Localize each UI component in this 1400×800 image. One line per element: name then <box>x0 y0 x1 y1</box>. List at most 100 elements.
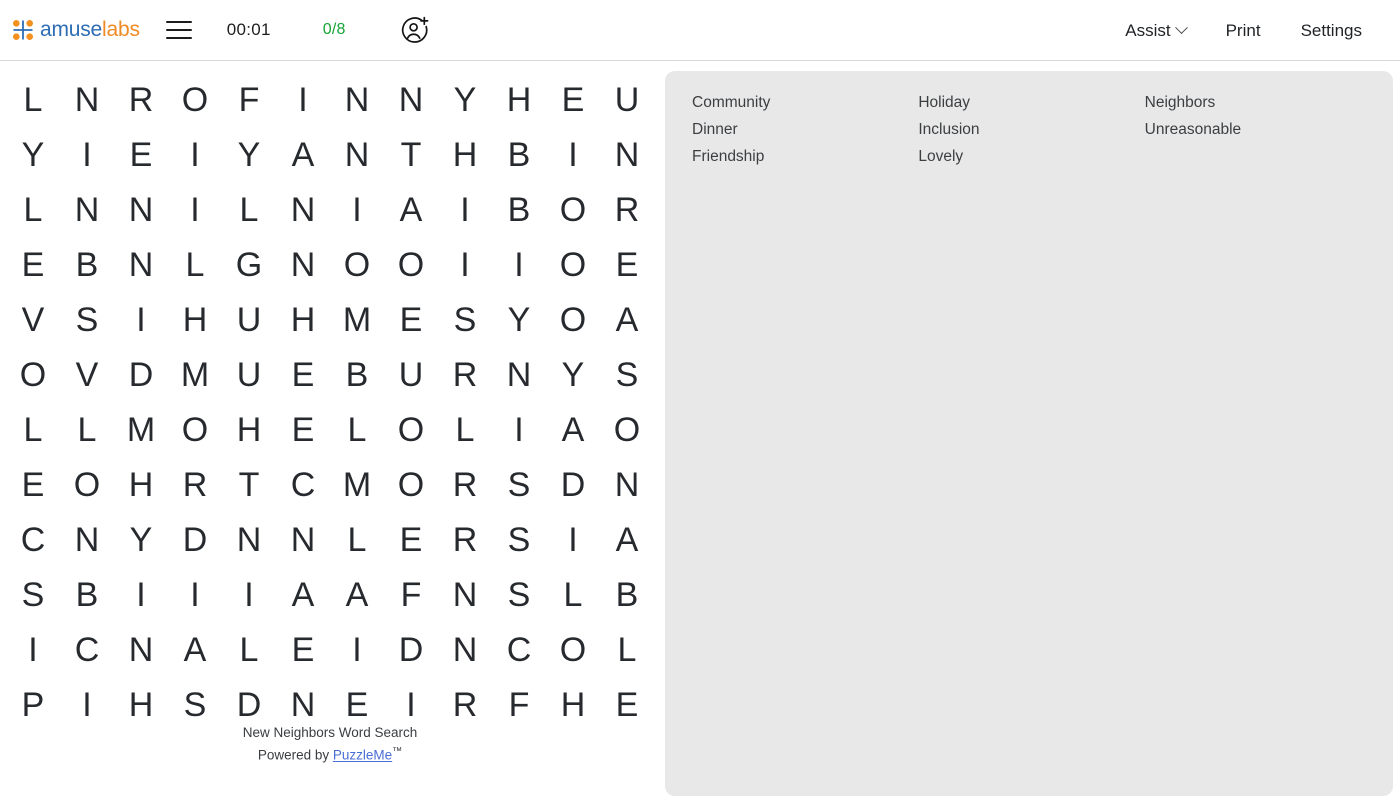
grid-cell[interactable]: S <box>492 513 546 568</box>
grid-cell[interactable]: S <box>492 568 546 623</box>
grid-cell[interactable]: A <box>276 568 330 623</box>
grid-cell[interactable]: A <box>600 513 654 568</box>
grid-cell[interactable]: O <box>330 238 384 293</box>
grid-cell[interactable]: O <box>384 458 438 513</box>
grid-cell[interactable]: I <box>60 128 114 183</box>
grid-cell[interactable]: I <box>438 238 492 293</box>
grid-cell[interactable]: N <box>438 623 492 678</box>
grid-cell[interactable]: L <box>546 568 600 623</box>
grid-cell[interactable]: U <box>600 73 654 128</box>
grid-cell[interactable]: N <box>114 238 168 293</box>
grid-cell[interactable]: N <box>492 348 546 403</box>
grid-cell[interactable]: D <box>384 623 438 678</box>
grid-cell[interactable]: S <box>438 293 492 348</box>
grid-cell[interactable]: R <box>168 458 222 513</box>
grid-cell[interactable]: A <box>384 183 438 238</box>
grid-cell[interactable]: M <box>114 403 168 458</box>
puzzleme-link[interactable]: PuzzleMe <box>333 748 392 763</box>
grid-cell[interactable]: F <box>222 73 276 128</box>
grid-cell[interactable]: L <box>6 73 60 128</box>
grid-cell[interactable]: N <box>276 513 330 568</box>
grid-cell[interactable]: L <box>168 238 222 293</box>
grid-cell[interactable]: S <box>492 458 546 513</box>
grid-cell[interactable]: C <box>492 623 546 678</box>
word-list-item[interactable]: Inclusion <box>918 116 979 143</box>
grid-cell[interactable]: N <box>60 513 114 568</box>
grid-cell[interactable]: R <box>114 73 168 128</box>
grid-cell[interactable]: T <box>222 458 276 513</box>
grid-cell[interactable]: N <box>330 73 384 128</box>
grid-cell[interactable]: L <box>438 403 492 458</box>
grid-cell[interactable]: M <box>330 458 384 513</box>
grid-cell[interactable]: L <box>330 403 384 458</box>
grid-cell[interactable]: I <box>276 73 330 128</box>
grid-cell[interactable]: B <box>600 568 654 623</box>
amuselabs-logo[interactable]: amuselabs <box>12 18 140 42</box>
grid-cell[interactable]: E <box>600 238 654 293</box>
grid-cell[interactable]: I <box>330 623 384 678</box>
grid-cell[interactable]: I <box>6 623 60 678</box>
grid-cell[interactable]: L <box>222 183 276 238</box>
grid-cell[interactable]: N <box>222 513 276 568</box>
grid-cell[interactable]: N <box>114 183 168 238</box>
grid-cell[interactable]: E <box>6 238 60 293</box>
grid-cell[interactable]: S <box>6 568 60 623</box>
grid-cell[interactable]: L <box>222 623 276 678</box>
grid-cell[interactable]: R <box>438 513 492 568</box>
grid-cell[interactable]: I <box>168 128 222 183</box>
grid-cell[interactable]: U <box>222 293 276 348</box>
grid-cell[interactable]: I <box>546 128 600 183</box>
grid-cell[interactable]: R <box>600 183 654 238</box>
grid-cell[interactable]: B <box>330 348 384 403</box>
grid-cell[interactable]: E <box>384 293 438 348</box>
grid-cell[interactable]: T <box>384 128 438 183</box>
grid-cell[interactable]: D <box>168 513 222 568</box>
grid-cell[interactable]: Y <box>222 128 276 183</box>
grid-cell[interactable]: E <box>114 128 168 183</box>
grid-cell[interactable]: O <box>384 403 438 458</box>
grid-cell[interactable]: V <box>60 348 114 403</box>
grid-cell[interactable]: O <box>168 403 222 458</box>
grid-cell[interactable]: O <box>546 623 600 678</box>
assist-button[interactable]: Assist <box>1105 13 1205 49</box>
word-search-grid[interactable]: LNROFINNYHEUYIEIYANTHBINLNNILNIAIBOREBNL… <box>6 73 654 733</box>
grid-cell[interactable]: Y <box>6 128 60 183</box>
grid-cell[interactable]: I <box>114 568 168 623</box>
grid-cell[interactable]: O <box>384 238 438 293</box>
grid-cell[interactable]: N <box>384 73 438 128</box>
grid-cell[interactable]: O <box>60 458 114 513</box>
grid-cell[interactable]: N <box>600 458 654 513</box>
grid-cell[interactable]: U <box>222 348 276 403</box>
grid-cell[interactable]: A <box>276 128 330 183</box>
grid-cell[interactable]: O <box>546 238 600 293</box>
grid-cell[interactable]: N <box>330 128 384 183</box>
grid-cell[interactable]: G <box>222 238 276 293</box>
grid-cell[interactable]: A <box>546 403 600 458</box>
grid-cell[interactable]: S <box>600 348 654 403</box>
settings-button[interactable]: Settings <box>1281 13 1382 49</box>
grid-cell[interactable]: M <box>330 293 384 348</box>
grid-cell[interactable]: A <box>168 623 222 678</box>
grid-cell[interactable]: E <box>276 348 330 403</box>
grid-cell[interactable]: I <box>168 183 222 238</box>
grid-cell[interactable]: L <box>330 513 384 568</box>
word-list-item[interactable]: Holiday <box>918 89 970 116</box>
grid-cell[interactable]: A <box>330 568 384 623</box>
grid-cell[interactable]: I <box>492 238 546 293</box>
grid-cell[interactable]: E <box>384 513 438 568</box>
grid-cell[interactable]: H <box>492 73 546 128</box>
hamburger-menu-icon[interactable] <box>165 19 192 41</box>
grid-cell[interactable]: O <box>546 183 600 238</box>
person-add-icon[interactable] <box>400 15 430 45</box>
grid-cell[interactable]: C <box>276 458 330 513</box>
grid-cell[interactable]: C <box>60 623 114 678</box>
grid-cell[interactable]: Y <box>546 348 600 403</box>
grid-cell[interactable]: M <box>168 348 222 403</box>
word-list-item[interactable]: Neighbors <box>1145 89 1216 116</box>
word-list-item[interactable]: Community <box>692 89 770 116</box>
timer-display[interactable]: 00:01 <box>227 20 279 40</box>
grid-cell[interactable]: I <box>546 513 600 568</box>
grid-cell[interactable]: Y <box>438 73 492 128</box>
grid-cell[interactable]: D <box>546 458 600 513</box>
grid-cell[interactable]: A <box>600 293 654 348</box>
